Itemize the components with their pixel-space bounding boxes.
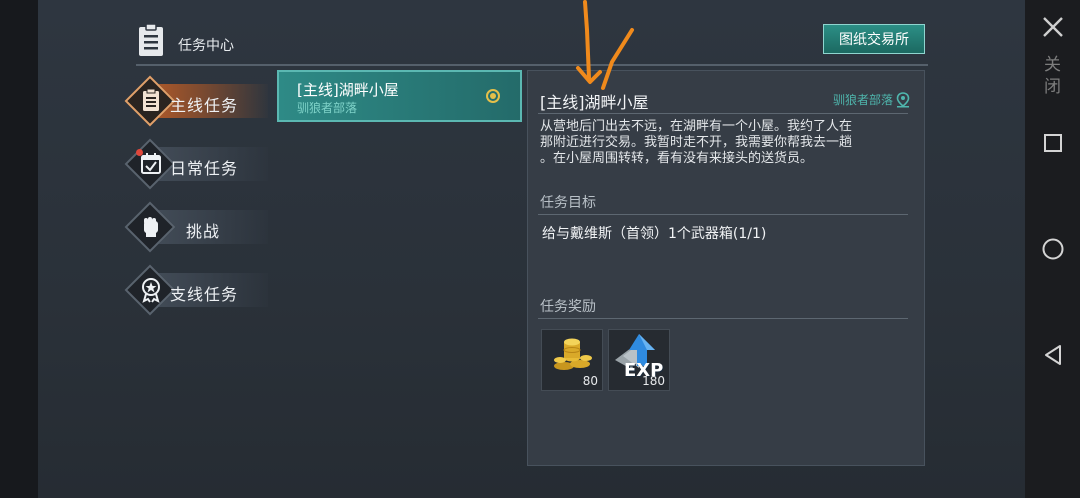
recents-button[interactable] [1025, 128, 1080, 158]
quest-location[interactable]: 驯狼者部落 [833, 91, 910, 108]
reward-slot-exp[interactable]: EXP 180 [608, 329, 670, 391]
map-pin-icon [896, 91, 910, 107]
quest-list: [主线]湖畔小屋 驯狼者部落 [277, 70, 522, 122]
gold-coins-icon [554, 338, 592, 370]
goal-heading: 任务目标 [540, 195, 596, 211]
reward-count: 80 [582, 374, 598, 388]
page-title: 任务中心 [178, 38, 234, 54]
quest-goal: 给与戴维斯（首领）1个武器箱(1/1) [542, 226, 767, 242]
divider [538, 318, 908, 319]
reward-count: 180 [642, 374, 665, 388]
clipboard-icon [139, 23, 163, 56]
square-icon [1043, 134, 1062, 152]
triangle-back-icon [1044, 345, 1061, 365]
blueprint-exchange-button[interactable]: 图纸交易所 [823, 24, 925, 54]
system-navigation-bar: 关 闭 [1025, 0, 1080, 498]
description-line: 从营地后门出去不远，在湖畔有一个小屋。我约了人在 [540, 119, 853, 134]
tab-label: 支线任务 [170, 285, 239, 304]
location-label: 驯狼者部落 [832, 93, 893, 107]
reward-heading: 任务奖励 [540, 299, 596, 315]
quest-title: [主线]湖畔小屋 [540, 93, 649, 112]
tracking-marker-icon[interactable] [486, 89, 500, 103]
home-button[interactable] [1025, 234, 1080, 264]
tab-label: 主线任务 [170, 96, 239, 115]
tab-label: 挑战 [186, 222, 221, 241]
clipboard-icon [143, 88, 159, 111]
close-label: 关 闭 [1025, 54, 1080, 98]
close-button[interactable] [1025, 12, 1080, 42]
close-label-line: 关 [1044, 55, 1061, 75]
tab-side-quest[interactable]: 支线任务 [124, 264, 268, 316]
fist-icon [144, 217, 158, 237]
quest-list-item[interactable]: [主线]湖畔小屋 驯狼者部落 [277, 70, 522, 122]
quest-item-title: [主线]湖畔小屋 [297, 81, 399, 99]
close-label-line: 闭 [1044, 77, 1061, 97]
description-line: 。在小屋周围转转，看有没有来接头的送货员。 [540, 151, 814, 166]
tab-challenge[interactable]: 挑战 [124, 201, 268, 253]
reward-slot-gold[interactable]: 80 [541, 329, 603, 391]
divider [538, 113, 908, 114]
task-center-header: 任务中心 [136, 22, 928, 66]
left-edge [0, 0, 38, 498]
tab-main-quest[interactable]: 主线任务 [124, 75, 268, 127]
back-button[interactable] [1025, 340, 1080, 370]
close-icon [1042, 17, 1063, 37]
tab-label: 日常任务 [170, 159, 239, 178]
tab-daily-quest[interactable]: 日常任务 [124, 138, 268, 190]
divider [538, 214, 908, 215]
medal-icon [142, 278, 160, 303]
notification-dot [136, 149, 143, 156]
quest-detail-panel: [主线]湖畔小屋 驯狼者部落 从营地后门出去不远，在湖畔有一个小屋。我约了人在 … [527, 70, 925, 466]
quest-item-faction: 驯狼者部落 [297, 101, 358, 115]
circle-icon [1042, 238, 1063, 260]
description-line: 那附近进行交易。我暂时走不开，我需要你帮我去一趟 [540, 135, 853, 150]
quest-description: 从营地后门出去不远，在湖畔有一个小屋。我约了人在 那附近进行交易。我暂时走不开，… [540, 119, 905, 167]
